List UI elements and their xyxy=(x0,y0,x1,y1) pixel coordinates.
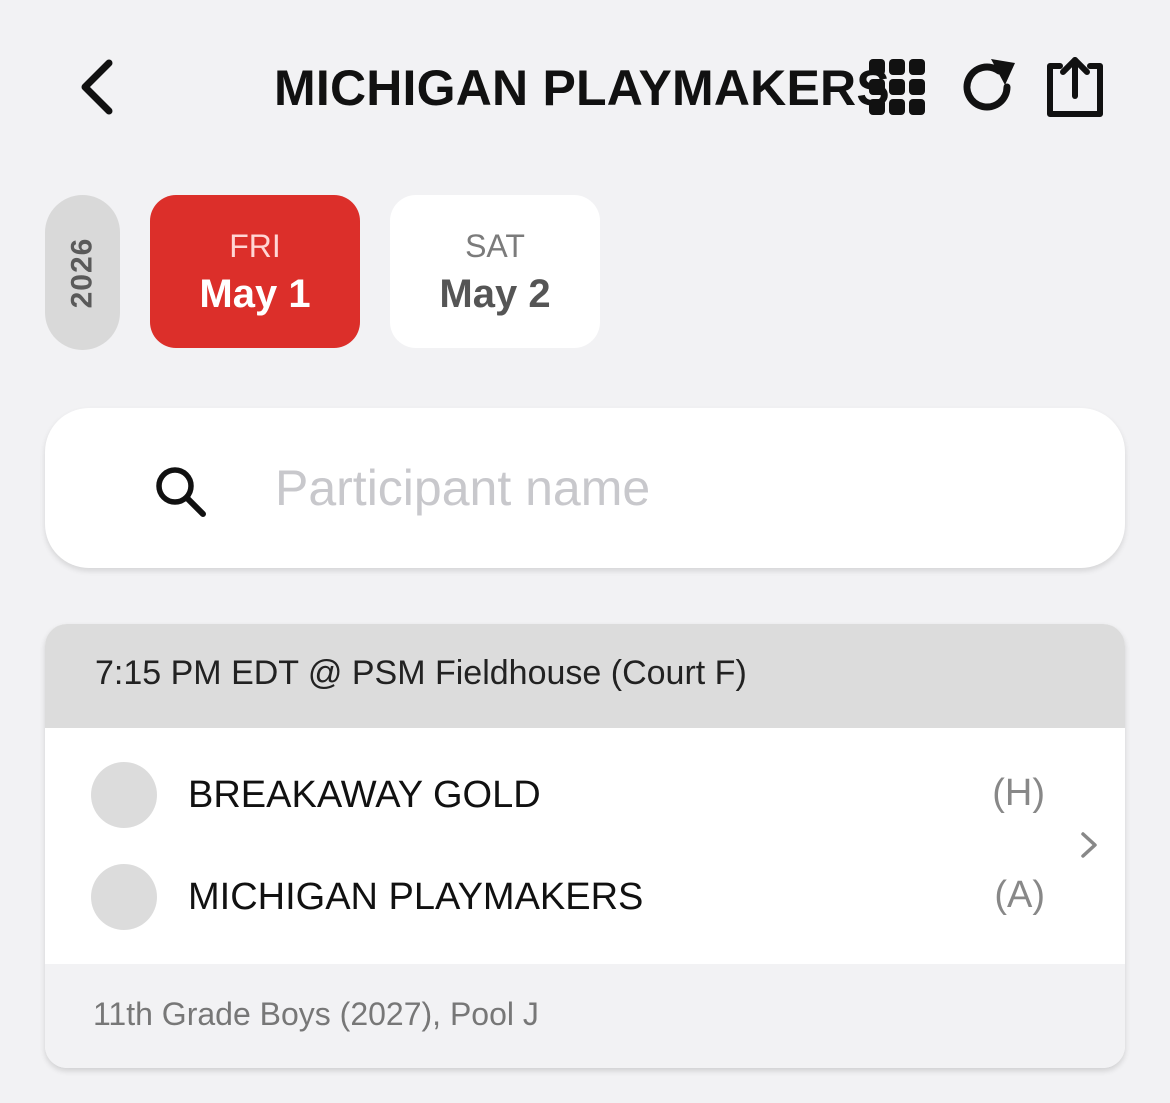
day-of-week: FRI xyxy=(229,227,281,264)
share-button[interactable] xyxy=(1040,52,1110,122)
app-header: MICHIGAN PLAYMAKERS xyxy=(0,0,1170,175)
team-row: BREAKAWAY GOLD (H) xyxy=(45,756,1045,836)
refresh-icon xyxy=(963,59,1015,111)
division-pool-label: 11th Grade Boys (2027), Pool J xyxy=(93,996,539,1032)
game-time-location: 7:15 PM EDT @ PSM Fieldhouse (Court F) xyxy=(95,654,747,692)
back-icon xyxy=(81,59,113,115)
game-card-header: 7:15 PM EDT @ PSM Fieldhouse (Court F) xyxy=(45,624,1125,728)
share-icon xyxy=(1047,57,1103,117)
day-date: May 1 xyxy=(199,271,311,316)
refresh-button[interactable] xyxy=(952,52,1022,122)
grid-icon xyxy=(869,59,925,115)
search-bar[interactable] xyxy=(45,408,1125,568)
page-title: MICHIGAN PLAYMAKERS xyxy=(274,60,890,116)
team-avatar xyxy=(91,864,157,930)
game-card-footer: 11th Grade Boys (2027), Pool J xyxy=(45,964,1125,1068)
back-button[interactable] xyxy=(62,52,132,122)
day-of-week: SAT xyxy=(465,227,525,264)
chevron-right-icon xyxy=(1081,832,1097,858)
year-selector[interactable]: 2026 xyxy=(45,195,120,350)
team-home-away: (H) xyxy=(992,772,1045,814)
year-label: 2026 xyxy=(65,237,99,308)
team-home-away: (A) xyxy=(994,874,1045,916)
participant-search-input[interactable] xyxy=(275,448,1075,528)
search-icon xyxy=(153,464,209,520)
team-avatar xyxy=(91,762,157,828)
day-date: May 2 xyxy=(439,271,551,316)
date-pill-fri[interactable]: FRI May 1 xyxy=(150,195,360,348)
grid-button[interactable] xyxy=(862,52,932,122)
date-pill-sat[interactable]: SAT May 2 xyxy=(390,195,600,348)
team-row: MICHIGAN PLAYMAKERS (A) xyxy=(45,858,1045,938)
team-name: BREAKAWAY GOLD xyxy=(188,774,541,816)
team-name: MICHIGAN PLAYMAKERS xyxy=(188,876,644,918)
game-card[interactable]: 7:15 PM EDT @ PSM Fieldhouse (Court F) B… xyxy=(45,624,1125,1068)
